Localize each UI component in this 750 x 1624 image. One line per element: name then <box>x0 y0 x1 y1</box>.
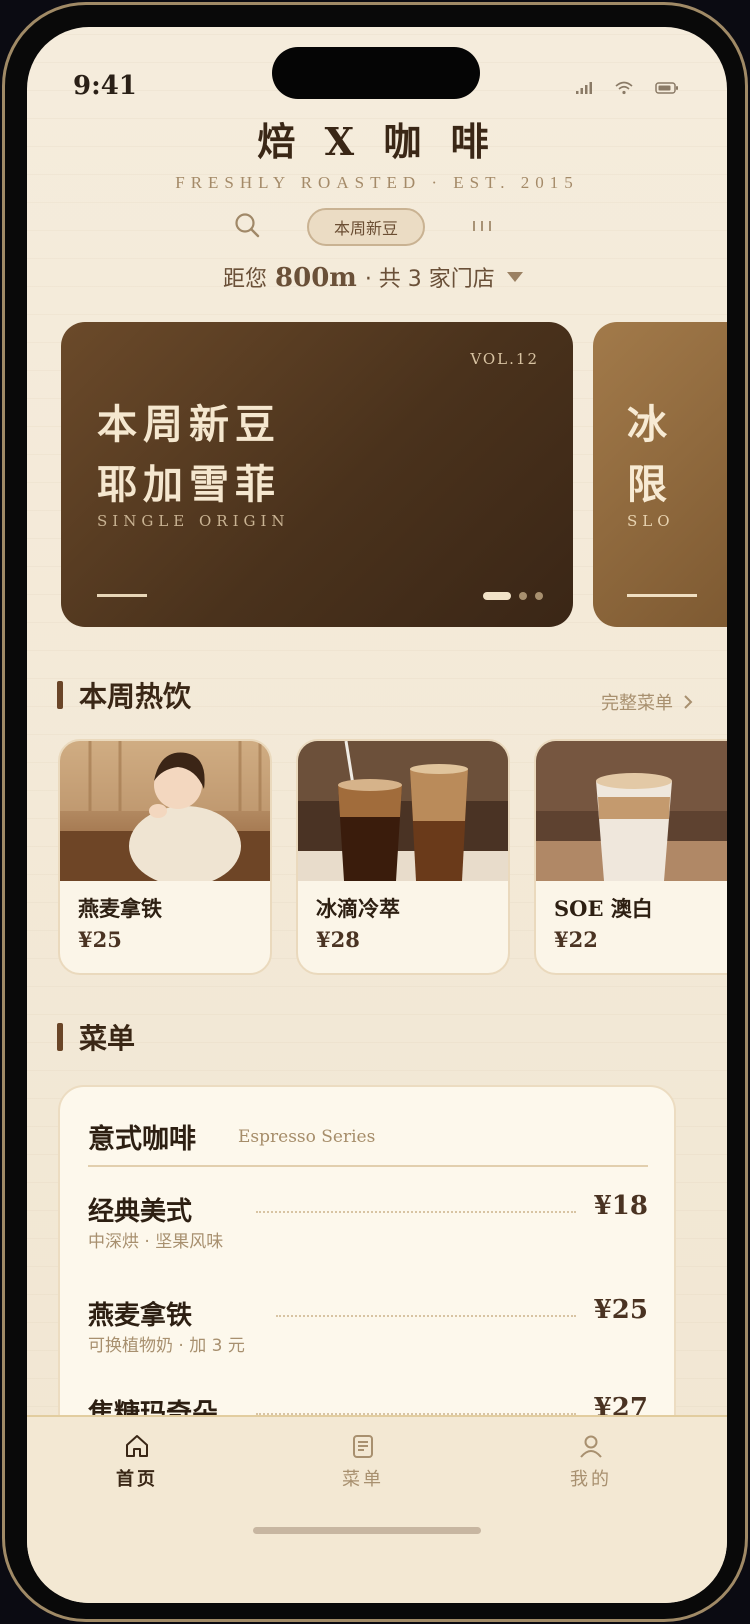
tab-profile[interactable]: 我的 <box>531 1433 651 1491</box>
menu-category: 意式咖啡 <box>88 1124 196 1155</box>
carousel-dot <box>535 592 543 600</box>
menu-category-en: Espresso Series <box>238 1127 376 1147</box>
new-beans-chip[interactable]: 本周新豆 <box>307 208 425 246</box>
product-card[interactable]: SOE 澳白 ¥22 <box>534 739 727 975</box>
section-marker <box>57 1023 63 1051</box>
chevron-right-icon <box>684 695 693 709</box>
phone-frame: 9:41 焙 X 咖 啡 FRESHLY ROASTED · EST. 2015… <box>2 2 748 1622</box>
chevron-down-icon <box>506 272 523 282</box>
carousel-indicator[interactable] <box>483 592 543 600</box>
product-photo <box>536 741 727 881</box>
battery-icon <box>655 82 678 94</box>
tab-home-label: 首页 <box>116 1469 158 1490</box>
menu-card: 意式咖啡 Espresso Series 经典美式 ¥18 中深烘 · 坚果风味… <box>58 1085 676 1465</box>
product-name: 冰滴冷萃 <box>316 896 400 921</box>
section-marker <box>57 681 63 709</box>
profile-icon <box>580 1435 602 1458</box>
status-time: 9:41 <box>73 71 137 101</box>
tab-bar: 首页 菜单 我的 <box>27 1415 727 1603</box>
product-name: SOE 澳白 <box>554 896 653 921</box>
menu-item-price: ¥18 <box>593 1191 648 1221</box>
product-card[interactable]: 燕麦拿铁 ¥25 <box>58 739 272 975</box>
next-banner[interactable]: 冰 限 SLO <box>593 322 727 627</box>
home-icon <box>126 1435 148 1457</box>
banner2-title-line2: 限 <box>627 461 673 508</box>
full-menu-link[interactable]: 完整菜单 <box>601 689 693 715</box>
product-carousel[interactable]: 燕麦拿铁 ¥25 冰滴冷萃 ¥28 SOE 澳白 ¥22 <box>58 739 727 975</box>
banner-title-line2: 耶加雪菲 <box>97 461 281 508</box>
tab-profile-label: 我的 <box>570 1469 612 1490</box>
store-count: · 共 3 家门店 <box>364 267 495 292</box>
tab-menu-label: 菜单 <box>342 1469 384 1490</box>
menu-icon <box>353 1435 373 1458</box>
banner-volume: VOL.12 <box>470 350 539 368</box>
hot-section-title: 本周热饮 <box>79 680 192 713</box>
banner-title-line1: 本周新豆 <box>97 401 281 448</box>
product-price: ¥22 <box>554 927 598 952</box>
more-icon[interactable] <box>473 221 491 231</box>
menu-section-title: 菜单 <box>79 1022 136 1055</box>
wifi-icon <box>615 81 633 95</box>
tab-menu[interactable]: 菜单 <box>303 1433 423 1491</box>
menu-item-price: ¥25 <box>593 1295 648 1325</box>
search-icon[interactable] <box>233 211 261 239</box>
brand-title: 焙 X 咖 啡 <box>257 119 497 164</box>
dynamic-island <box>272 47 480 99</box>
signal-icon <box>576 82 592 94</box>
menu-item-name: 燕麦拿铁 <box>88 1301 193 1331</box>
menu-item-name: 经典美式 <box>88 1197 193 1227</box>
banner-rule <box>97 594 147 597</box>
banner2-title-line1: 冰 <box>627 401 673 448</box>
full-menu-label: 完整菜单 <box>601 693 673 714</box>
product-name: 燕麦拿铁 <box>78 896 162 921</box>
product-photo <box>60 741 270 881</box>
banner-subtitle: SINGLE ORIGIN <box>97 512 290 530</box>
menu-divider <box>88 1165 648 1167</box>
product-card[interactable]: 冰滴冷萃 ¥28 <box>296 739 510 975</box>
product-photo <box>298 741 508 881</box>
menu-section-header: 菜单 <box>57 1017 135 1057</box>
store-distance[interactable]: 距您 800m · 共 3 家门店 <box>223 261 523 293</box>
brand-tagline: FRESHLY ROASTED · EST. 2015 <box>175 173 579 192</box>
banner2-rule <box>627 594 697 597</box>
product-price: ¥25 <box>78 927 122 952</box>
carousel-dot-active <box>483 592 511 600</box>
leader-dots <box>256 1211 576 1213</box>
feature-banner[interactable]: VOL.12 本周新豆 耶加雪菲 SINGLE ORIGIN <box>61 322 573 627</box>
distance-prefix: 距您 <box>223 267 268 292</box>
app-screen: 9:41 焙 X 咖 啡 FRESHLY ROASTED · EST. 2015… <box>27 27 727 1603</box>
distance-value: 800m <box>275 263 357 293</box>
home-indicator[interactable] <box>253 1527 481 1534</box>
hot-section-header: 本周热饮 <box>57 675 191 715</box>
menu-item-desc: 可换植物奶 · 加 3 元 <box>88 1336 245 1356</box>
leader-dots <box>276 1315 576 1317</box>
menu-item-desc: 中深烘 · 坚果风味 <box>88 1232 224 1252</box>
carousel-dot <box>519 592 527 600</box>
status-icons <box>575 81 679 95</box>
banner2-subtitle: SLO <box>627 512 675 530</box>
product-price: ¥28 <box>316 927 360 952</box>
tab-home[interactable]: 首页 <box>77 1433 197 1491</box>
